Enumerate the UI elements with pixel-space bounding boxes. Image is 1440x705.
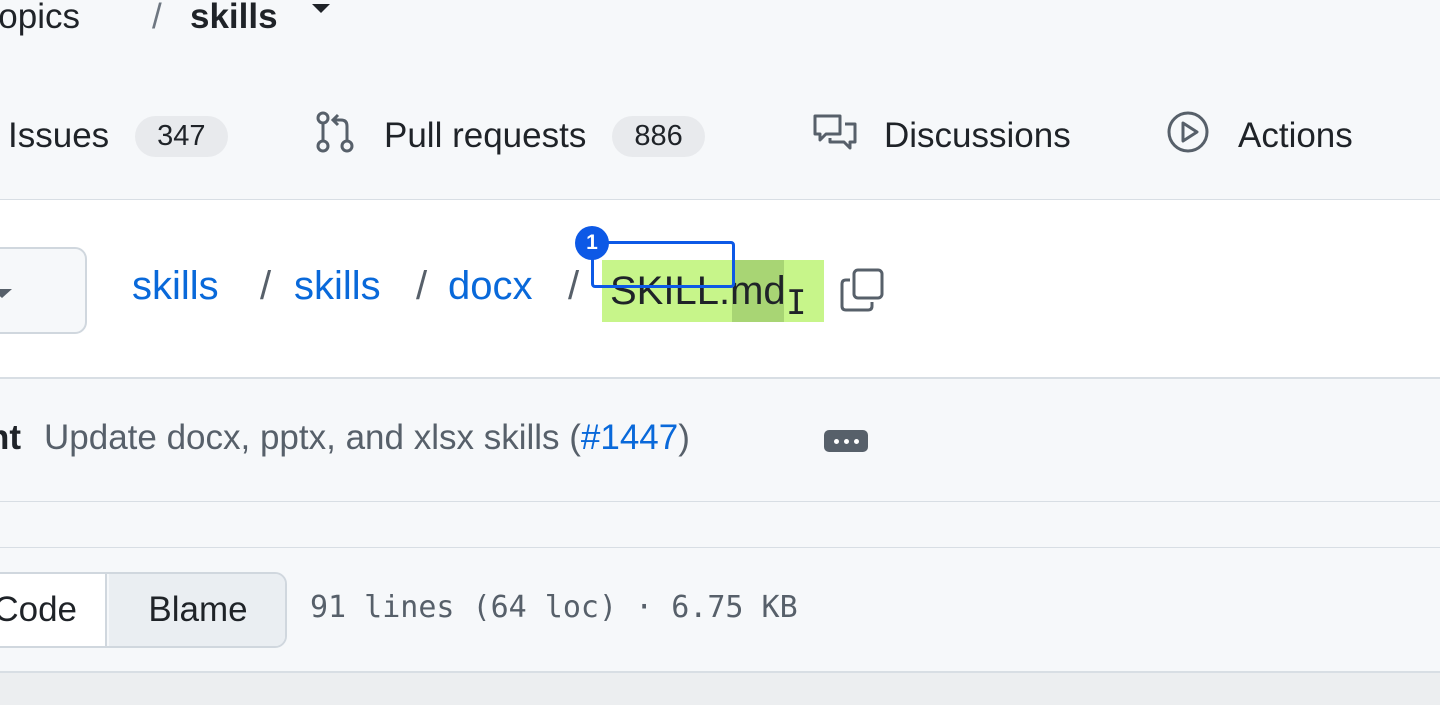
repo-owner-link[interactable]: nthropics bbox=[0, 0, 80, 37]
ellipsis-dot bbox=[833, 438, 839, 444]
file-breadcrumb-bar: skills / skills / docx / SKILL.md I bbox=[0, 200, 1440, 378]
commit-pr-link[interactable]: #1447 bbox=[581, 418, 678, 457]
issues-counter: 347 bbox=[135, 115, 228, 157]
breadcrumb-link-skills[interactable]: skills bbox=[294, 264, 381, 309]
chevron-down-icon[interactable] bbox=[312, 4, 330, 13]
repo-path-separator: / bbox=[152, 0, 162, 36]
git-pull-request-icon bbox=[314, 110, 356, 163]
tab-pull-requests-label: Pull requests bbox=[384, 116, 587, 155]
commit-message-text: Update docx, pptx, and xlsx skills ( bbox=[44, 418, 581, 457]
tab-issues-label: Issues bbox=[8, 116, 110, 155]
breadcrumb-link-root[interactable]: skills bbox=[132, 264, 219, 309]
tab-issues[interactable]: Issues 347 bbox=[8, 110, 228, 162]
repo-name-link[interactable]: skills bbox=[190, 0, 278, 37]
pull-requests-counter: 886 bbox=[612, 115, 705, 157]
tab-actions-label: Actions bbox=[1238, 116, 1353, 155]
blame-view-button[interactable]: Blame bbox=[109, 574, 285, 646]
card-divider bbox=[0, 377, 1440, 379]
copy-icon bbox=[840, 268, 884, 312]
ellipsis-dot bbox=[843, 438, 849, 444]
latest-commit-row: nt Update docx, pptx, and xlsx skills (#… bbox=[0, 380, 1440, 502]
commit-message-suffix: ) bbox=[678, 418, 690, 457]
tab-actions[interactable]: Actions bbox=[1166, 110, 1353, 162]
file-meta-info: 91 lines (64 loc) · 6.75 KB bbox=[310, 590, 798, 625]
commit-author[interactable]: nt bbox=[0, 418, 21, 458]
ellipsis-dot bbox=[853, 438, 859, 444]
commit-details-button[interactable] bbox=[824, 430, 868, 452]
file-view-header: Code Blame 91 lines (64 loc) · 6.75 KB bbox=[0, 548, 1440, 673]
bottom-strip bbox=[0, 673, 1440, 705]
comment-discussion-icon bbox=[812, 112, 858, 161]
view-mode-toggle: Code Blame bbox=[0, 572, 287, 648]
annotation-highlight-box bbox=[591, 241, 735, 288]
chevron-down-icon bbox=[0, 289, 12, 298]
breadcrumb-link-docx[interactable]: docx bbox=[448, 264, 533, 309]
play-icon bbox=[1166, 110, 1210, 163]
tab-pull-requests[interactable]: Pull requests 886 bbox=[314, 110, 705, 162]
copy-path-button[interactable] bbox=[838, 266, 886, 314]
section-gap bbox=[0, 502, 1440, 548]
annotation-marker: 1 bbox=[575, 226, 609, 260]
tab-discussions[interactable]: Discussions bbox=[812, 110, 1071, 162]
branch-select-button[interactable] bbox=[0, 247, 87, 334]
commit-message[interactable]: Update docx, pptx, and xlsx skills (#144… bbox=[44, 418, 690, 458]
breadcrumb-separator: / bbox=[416, 264, 428, 308]
code-view-button[interactable]: Code bbox=[0, 574, 107, 646]
text-cursor-icon: I bbox=[786, 283, 807, 323]
repo-header: nthropics / skills Issues 347 Pull reque… bbox=[0, 0, 1440, 200]
tab-discussions-label: Discussions bbox=[884, 116, 1071, 155]
breadcrumb-separator: / bbox=[260, 264, 272, 308]
breadcrumb-separator: / bbox=[568, 264, 580, 308]
